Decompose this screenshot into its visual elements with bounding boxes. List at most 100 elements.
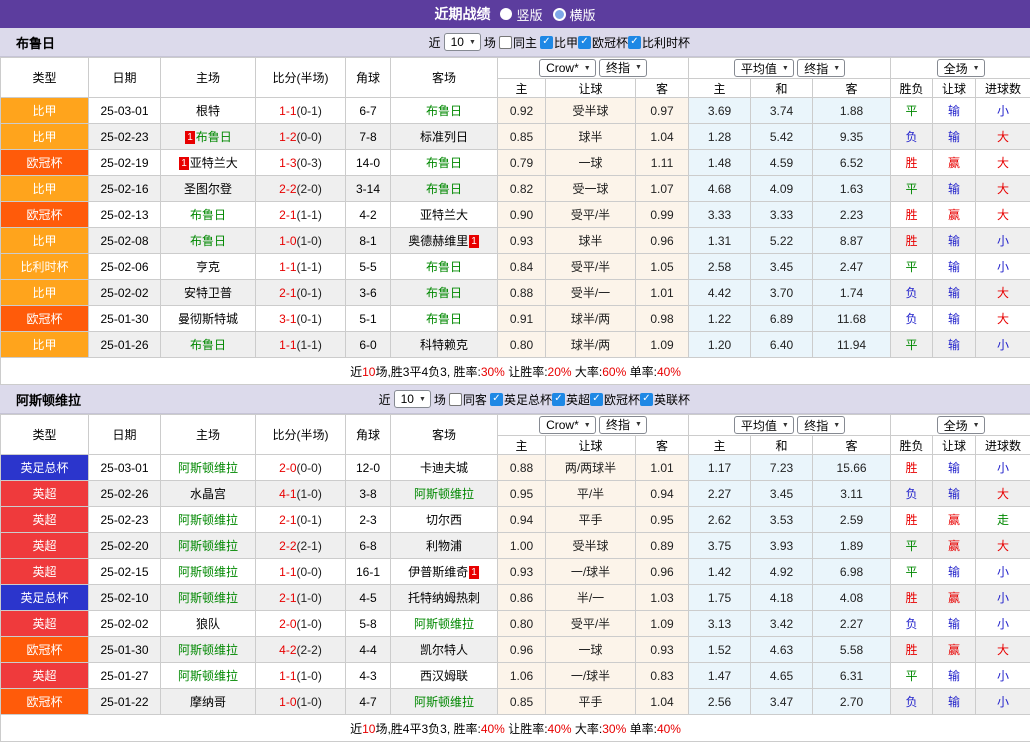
league-filter[interactable]: ✓英联杯 — [640, 391, 690, 408]
goals-result-cell-value: 走 — [997, 513, 1009, 527]
league-cell: 欧冠杯 — [1, 689, 89, 715]
league-filter[interactable]: ✓欧冠杯 — [590, 391, 640, 408]
handicap-result-cell: 输 — [933, 306, 976, 332]
team-name: 布鲁日 — [426, 156, 462, 170]
goals-result-cell-value: 大 — [997, 539, 1009, 553]
team-name: 布鲁日 — [426, 260, 462, 274]
result-cell: 平 — [891, 98, 933, 124]
col-handicap-line: 让球 — [546, 79, 636, 98]
avg-draw-odds: 3.47 — [751, 689, 813, 715]
league-filter[interactable]: ✓英足总杯 — [490, 391, 552, 408]
red-card-badge: 1 — [179, 157, 189, 170]
company-select[interactable]: Crow*▼ — [539, 59, 596, 77]
halftime-score: (1-0) — [297, 487, 322, 501]
match-row: 英超25-02-02狼队2-0(1-0)5-8阿斯顿维拉0.80受平/半1.09… — [1, 611, 1030, 637]
layout-radio-horizontal-label: 横版 — [570, 5, 596, 24]
team-name: 亨克 — [196, 260, 220, 274]
home-team-cell: 水晶宫 — [161, 481, 256, 507]
summary-row: 近10场,胜4平3负3, 胜率:40% 让胜率:40% 大率:30% 单率:40… — [1, 715, 1030, 742]
league-cell: 比甲 — [1, 176, 89, 202]
handicap-result-cell-value: 赢 — [948, 591, 960, 605]
final-odds-select-2[interactable]: 终指▼ — [797, 59, 845, 77]
average-select[interactable]: 平均值▼ — [734, 416, 794, 434]
handicap-result-cell: 赢 — [933, 637, 976, 663]
fulltime-scope-select[interactable]: 全场▼ — [937, 416, 985, 434]
away-team-cell: 阿斯顿维拉 — [391, 481, 498, 507]
home-team-cell: 阿斯顿维拉 — [161, 663, 256, 689]
avg-home-odds: 1.22 — [689, 306, 751, 332]
match-row: 欧冠杯25-02-13布鲁日2-1(1-1)4-2亚特兰大0.90受平/半0.9… — [1, 202, 1030, 228]
col-odds-draw: 和 — [751, 436, 813, 455]
layout-radio-vertical[interactable]: 竖版 — [500, 5, 542, 24]
layout-radio-horizontal[interactable]: 横版 — [553, 5, 596, 24]
score-cell: 1-1(0-1) — [256, 98, 346, 124]
match-row: 欧冠杯25-01-22摩纳哥1-0(1-0)4-7阿斯顿维拉0.85平手1.04… — [1, 689, 1030, 715]
summary-stat-value: 40% — [548, 722, 572, 736]
corner-cell: 4-2 — [346, 202, 391, 228]
avg-away-odds: 5.58 — [813, 637, 891, 663]
home-team-cell: 1布鲁日 — [161, 124, 256, 150]
corner-cell: 6-0 — [346, 332, 391, 358]
summary-text: 让胜率: — [505, 365, 548, 379]
col-handicap-home: 主 — [498, 436, 546, 455]
handicap-away-odds: 1.05 — [636, 254, 689, 280]
score-cell: 2-1(1-0) — [256, 585, 346, 611]
matches-table: 类型 日期 主场 比分(半场) 角球 客场 Crow*▼ 终指▼ 平均值▼ 终指… — [0, 414, 1030, 742]
goals-result-cell: 小 — [976, 611, 1030, 637]
avg-draw-odds: 3.93 — [751, 533, 813, 559]
away-team-cell: 凯尔特人 — [391, 637, 498, 663]
summary-text: 场,胜3平4负3, 胜率: — [375, 365, 480, 379]
same-venue-filter[interactable]: 同客 — [449, 391, 487, 408]
goals-result-cell-value: 大 — [997, 487, 1009, 501]
team-name: 阿斯顿维拉 — [178, 539, 238, 553]
final-odds-select[interactable]: 终指▼ — [599, 416, 647, 434]
league-filter[interactable]: ✓英超 — [552, 391, 590, 408]
league-filter[interactable]: ✓比利时杯 — [628, 34, 690, 51]
avg-home-odds: 1.52 — [689, 637, 751, 663]
chevron-down-icon: ▼ — [833, 422, 840, 429]
score-cell: 2-0(1-0) — [256, 611, 346, 637]
corner-cell: 3-6 — [346, 280, 391, 306]
handicap-result-cell: 输 — [933, 280, 976, 306]
team-name: 托特纳姆热刺 — [408, 591, 480, 605]
col-type: 类型 — [1, 58, 89, 98]
result-cell-value: 胜 — [906, 461, 918, 475]
halftime-score: (0-1) — [297, 286, 322, 300]
final-odds-select[interactable]: 终指▼ — [599, 59, 647, 77]
league-filter[interactable]: ✓欧冠杯 — [578, 34, 628, 51]
avg-away-odds: 1.74 — [813, 280, 891, 306]
games-count-select[interactable]: 10▼ — [394, 390, 431, 408]
away-team-cell: 科特赖克 — [391, 332, 498, 358]
handicap-result-cell: 输 — [933, 254, 976, 280]
date-cell: 25-01-26 — [89, 332, 161, 358]
games-count-select[interactable]: 10▼ — [444, 33, 481, 51]
fulltime-score: 4-2 — [279, 643, 296, 657]
company-select[interactable]: Crow*▼ — [539, 416, 596, 434]
summary-stat-value: 10 — [362, 365, 375, 379]
date-cell: 25-02-08 — [89, 228, 161, 254]
league-filter-label: 比利时杯 — [642, 34, 690, 51]
average-select[interactable]: 平均值▼ — [734, 59, 794, 77]
final-odds-select-2[interactable]: 终指▼ — [797, 416, 845, 434]
handicap-away-odds: 0.98 — [636, 306, 689, 332]
avg-home-odds: 4.68 — [689, 176, 751, 202]
handicap-away-odds: 0.97 — [636, 98, 689, 124]
date-cell: 25-02-26 — [89, 481, 161, 507]
avg-away-odds: 1.63 — [813, 176, 891, 202]
goals-result-cell: 大 — [976, 637, 1030, 663]
date-cell: 25-01-22 — [89, 689, 161, 715]
date-cell: 25-02-19 — [89, 150, 161, 176]
avg-home-odds: 3.75 — [689, 533, 751, 559]
handicap-result-cell: 输 — [933, 176, 976, 202]
chevron-down-icon: ▼ — [635, 64, 642, 71]
same-venue-filter[interactable]: 同主 — [499, 34, 537, 51]
summary-text: 场,胜4平3负3, 胜率: — [375, 722, 480, 736]
handicap-away-odds: 1.09 — [636, 611, 689, 637]
avg-away-odds: 6.52 — [813, 150, 891, 176]
avg-home-odds: 1.48 — [689, 150, 751, 176]
league-filter[interactable]: ✓比甲 — [540, 34, 578, 51]
result-cell: 负 — [891, 124, 933, 150]
fulltime-scope-select[interactable]: 全场▼ — [937, 59, 985, 77]
recent-label: 近 — [379, 391, 391, 408]
team-name: 阿斯顿维拉 — [178, 461, 238, 475]
